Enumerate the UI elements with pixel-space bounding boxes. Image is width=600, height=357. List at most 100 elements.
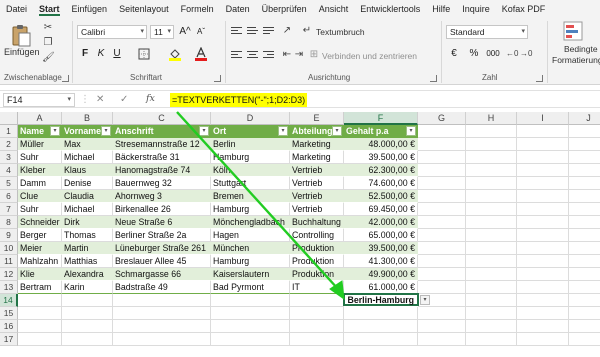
table-cell[interactable]: Berlin — [211, 138, 290, 151]
empty-cell[interactable] — [466, 242, 517, 255]
name-box[interactable]: F14 ▾ — [3, 93, 75, 107]
empty-cell[interactable] — [418, 281, 466, 294]
table-cell[interactable]: Denise — [62, 177, 113, 190]
number-launcher-icon[interactable] — [536, 75, 543, 82]
cut-icon[interactable]: ✂ — [42, 22, 54, 34]
table-cell[interactable]: Ahornweg 3 — [113, 190, 211, 203]
empty-cell[interactable] — [18, 307, 62, 320]
table-cell[interactable]: 48.000,00 € — [344, 138, 418, 151]
table-cell[interactable]: Mahlzahn — [18, 255, 62, 268]
align-middle-icon[interactable] — [246, 25, 260, 37]
empty-cell[interactable] — [569, 138, 600, 151]
empty-cell[interactable] — [113, 320, 211, 333]
table-cell[interactable]: Dirk — [62, 216, 113, 229]
alignment-launcher-icon[interactable] — [430, 75, 437, 82]
table-cell[interactable]: Klaus — [62, 164, 113, 177]
table-cell[interactable]: Damm — [18, 177, 62, 190]
paste-button[interactable]: Einfügen — [4, 47, 40, 57]
row-header-4[interactable]: 4 — [0, 164, 18, 177]
table-cell[interactable]: Neue Straße 6 — [113, 216, 211, 229]
result-cell[interactable]: Berlin-Hamburg — [343, 293, 419, 306]
table-cell[interactable]: Buchhaltung — [290, 216, 344, 229]
empty-cell[interactable] — [569, 255, 600, 268]
table-cell[interactable]: Lüneburger Straße 261 — [113, 242, 211, 255]
empty-cell[interactable] — [418, 333, 466, 346]
table-cell[interactable]: Mönchengladbach — [211, 216, 290, 229]
empty-cell[interactable] — [569, 268, 600, 281]
table-cell[interactable]: Vertrieb — [290, 177, 344, 190]
table-cell[interactable]: Michael — [62, 203, 113, 216]
table-cell[interactable]: Produktion — [290, 268, 344, 281]
table-cell[interactable]: Alexandra — [62, 268, 113, 281]
table-cell[interactable]: 69.450,00 € — [344, 203, 418, 216]
table-cell[interactable]: Suhr — [18, 151, 62, 164]
empty-cell[interactable] — [517, 190, 569, 203]
empty-cell[interactable] — [18, 294, 62, 307]
tab-ansicht[interactable]: Ansicht — [313, 0, 355, 17]
empty-cell[interactable] — [113, 307, 211, 320]
empty-cell[interactable] — [290, 320, 344, 333]
confirm-icon[interactable]: ✓ — [120, 94, 128, 105]
empty-cell[interactable] — [517, 333, 569, 346]
borders-icon[interactable] — [138, 48, 151, 60]
empty-cell[interactable] — [466, 281, 517, 294]
empty-cell[interactable] — [517, 320, 569, 333]
table-cell[interactable]: Controlling — [290, 229, 344, 242]
table-cell[interactable]: 39.500,00 € — [344, 242, 418, 255]
copy-icon[interactable]: ❐ — [42, 37, 54, 49]
row-header-10[interactable]: 10 — [0, 242, 18, 255]
table-cell[interactable]: Hamburg — [211, 255, 290, 268]
column-header-h[interactable]: H — [466, 112, 517, 125]
empty-cell[interactable] — [569, 242, 600, 255]
table-cell[interactable]: Schmargasse 66 — [113, 268, 211, 281]
empty-cell[interactable] — [18, 333, 62, 346]
row-header-5[interactable]: 5 — [0, 177, 18, 190]
table-cell[interactable]: Max — [62, 138, 113, 151]
row-header-9[interactable]: 9 — [0, 229, 18, 242]
empty-cell[interactable] — [466, 177, 517, 190]
table-cell[interactable]: Bertram — [18, 281, 62, 294]
empty-cell[interactable] — [418, 125, 466, 138]
column-header-g[interactable]: G — [418, 112, 466, 125]
format-painter-icon[interactable]: 🖌 — [42, 52, 55, 64]
thousands-button[interactable]: 000 — [484, 47, 502, 61]
empty-cell[interactable] — [466, 255, 517, 268]
empty-cell[interactable] — [418, 177, 466, 190]
empty-cell[interactable] — [569, 125, 600, 138]
table-cell[interactable]: Birkenallee 26 — [113, 203, 211, 216]
align-top-icon[interactable] — [230, 25, 244, 37]
grow-font-button[interactable]: A^ — [178, 25, 192, 39]
empty-cell[interactable] — [466, 333, 517, 346]
empty-cell[interactable] — [211, 333, 290, 346]
table-cell[interactable]: Bad Pyrmont — [211, 281, 290, 294]
empty-cell[interactable] — [211, 307, 290, 320]
empty-cell[interactable] — [113, 333, 211, 346]
fill-color-icon[interactable] — [168, 47, 182, 61]
table-cell[interactable]: Matthias — [62, 255, 113, 268]
empty-cell[interactable] — [517, 177, 569, 190]
empty-cell[interactable] — [418, 190, 466, 203]
font-launcher-icon[interactable] — [214, 75, 221, 82]
table-cell[interactable]: Produktion — [290, 255, 344, 268]
empty-cell[interactable] — [517, 229, 569, 242]
table-cell[interactable]: Vertrieb — [290, 190, 344, 203]
column-header-j[interactable]: J — [569, 112, 600, 125]
empty-cell[interactable] — [517, 255, 569, 268]
underline-button[interactable]: U — [111, 47, 123, 61]
empty-cell[interactable] — [517, 268, 569, 281]
empty-cell[interactable] — [466, 307, 517, 320]
table-cell[interactable]: Bremen — [211, 190, 290, 203]
tab-start[interactable]: Start — [33, 0, 66, 17]
table-cell[interactable]: Müller — [18, 138, 62, 151]
table-cell[interactable]: Hagen — [211, 229, 290, 242]
table-cell[interactable]: Marketing — [290, 138, 344, 151]
table-cell[interactable]: Schneider — [18, 216, 62, 229]
empty-cell[interactable] — [569, 190, 600, 203]
column-header-b[interactable]: B — [62, 112, 113, 125]
table-cell[interactable]: IT — [290, 281, 344, 294]
row-header-7[interactable]: 7 — [0, 203, 18, 216]
table-cell[interactable]: Karin — [62, 281, 113, 294]
table-header-cell[interactable]: Name ▾ — [18, 125, 62, 138]
empty-cell[interactable] — [418, 320, 466, 333]
table-cell[interactable]: 62.300,00 € — [344, 164, 418, 177]
